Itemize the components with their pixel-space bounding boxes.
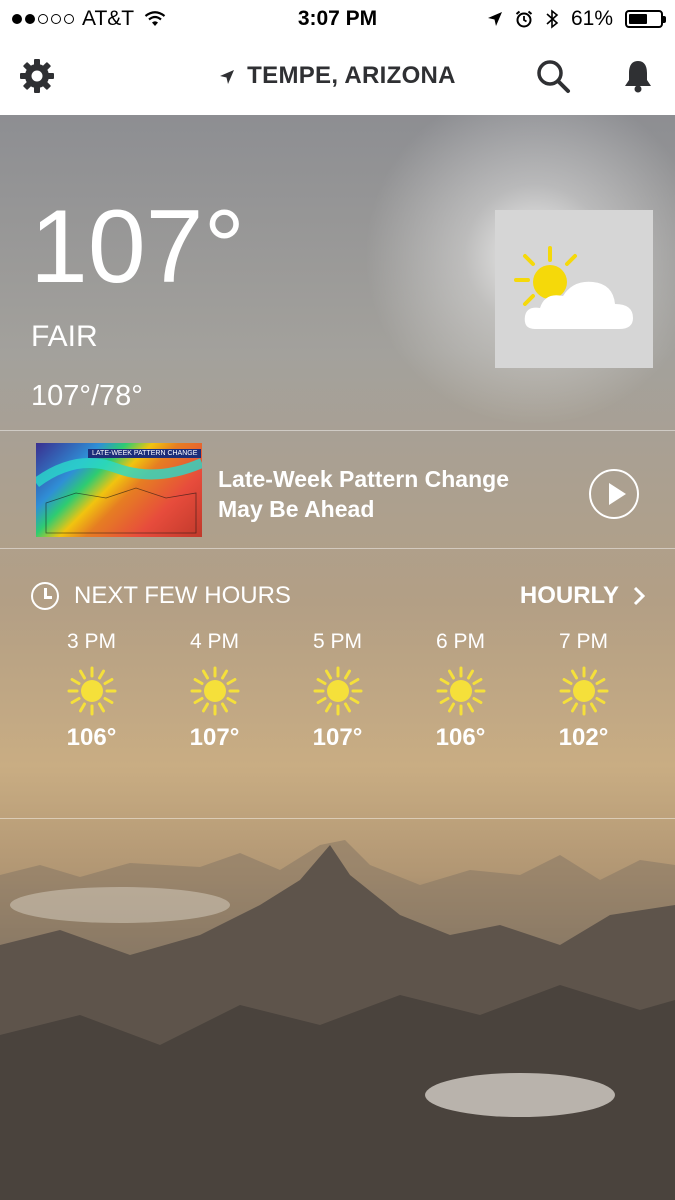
hour-item: 7 PM 102° (522, 630, 645, 752)
nav-bar: TEMPE, ARIZONA (0, 40, 675, 115)
weather-icon-box (495, 210, 653, 368)
hour-item: 6 PM 106° (399, 630, 522, 752)
location-arrow-icon (220, 69, 235, 84)
bluetooth-icon (546, 9, 559, 29)
video-card[interactable]: LATE-WEEK PATTERN CHANGE Late-Week Patte… (0, 431, 675, 549)
sun-icon (436, 666, 486, 716)
divider (0, 548, 675, 549)
location-arrow-icon (487, 12, 502, 26)
notifications-button[interactable] (617, 55, 659, 97)
hour-temperature: 107° (312, 724, 363, 751)
sun-icon (190, 666, 240, 716)
hour-time: 3 PM (66, 630, 116, 653)
hour-item: 5 PM 107° (276, 630, 399, 752)
forecast-title: NEXT FEW HOURS (74, 582, 291, 609)
sun-icon (559, 666, 609, 716)
hourly-forecast-list: 3 PM 106° 4 PM 107° 5 PM 107° 6 PM 106° 7 PM 102° (30, 630, 645, 752)
video-thumbnail: LATE-WEEK PATTERN CHANGE (36, 443, 202, 537)
forecast-header: NEXT FEW HOURS HOURLY (0, 578, 675, 614)
sun-icon (67, 666, 117, 716)
hour-temperature: 102° (558, 724, 609, 751)
battery-percent: 61% (570, 7, 613, 30)
hour-item: 4 PM 107° (153, 630, 276, 752)
hour-temperature: 107° (189, 724, 240, 751)
hi-lo-temperature: 107°/78° (31, 380, 143, 412)
current-condition: FAIR (31, 320, 98, 353)
bell-icon (625, 61, 651, 93)
sun-icon (313, 666, 363, 716)
hour-time: 7 PM (558, 630, 608, 653)
location-name: TEMPE, ARIZONA (247, 62, 456, 89)
chevron-right-icon (633, 586, 645, 606)
divider (0, 818, 675, 819)
clock-icon (31, 582, 59, 610)
status-bar: AT&T 3:07 PM 61% (0, 0, 675, 40)
battery-icon (625, 10, 666, 28)
hour-time: 5 PM (312, 630, 362, 653)
hour-temperature: 106° (435, 724, 486, 751)
search-button[interactable] (532, 55, 574, 97)
hour-time: 4 PM (189, 630, 239, 653)
thumbnail-caption: LATE-WEEK PATTERN CHANGE (88, 449, 202, 458)
alarm-icon (515, 10, 533, 28)
hour-time: 6 PM (435, 630, 485, 653)
mountain-landscape (0, 840, 675, 1200)
video-title[interactable]: Late-Week Pattern Change May Be Ahead (218, 464, 558, 524)
hourly-link[interactable]: HOURLY (520, 582, 645, 610)
current-temperature: 107° (30, 189, 246, 305)
hour-item: 3 PM 106° (30, 630, 153, 752)
hourly-link-label: HOURLY (519, 582, 619, 609)
hour-temperature: 106° (66, 724, 117, 751)
search-icon (537, 60, 570, 93)
partly-sunny-icon (514, 246, 633, 329)
status-right: 61% (487, 7, 666, 31)
play-button[interactable] (589, 469, 639, 519)
